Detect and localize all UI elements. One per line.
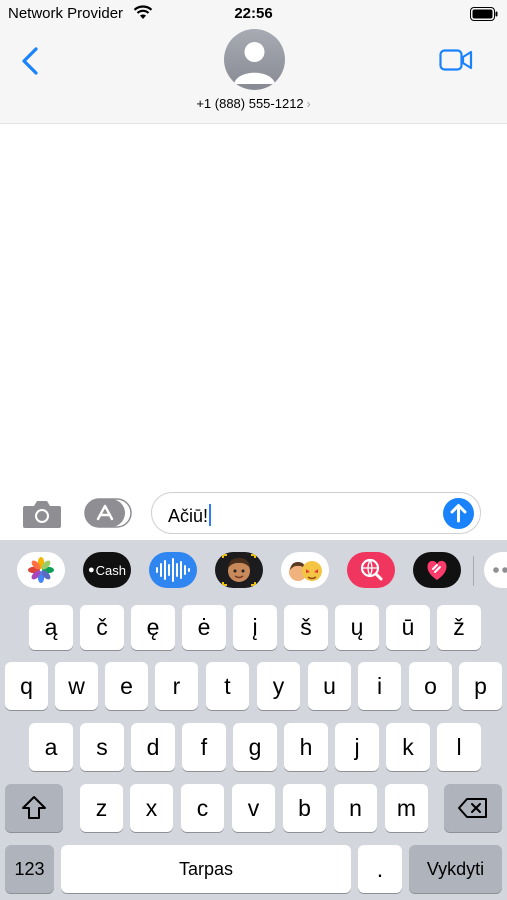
memoji-icon (222, 554, 256, 586)
text-caret (209, 504, 212, 526)
camera-button[interactable] (22, 498, 62, 530)
key-h[interactable]: h (284, 723, 328, 771)
key-q[interactable]: q (5, 662, 48, 710)
app-audio-message[interactable] (149, 552, 197, 588)
key-u-ogonek[interactable]: ų (335, 605, 379, 650)
globe-search-icon (360, 558, 383, 581)
key-b[interactable]: b (283, 784, 326, 832)
keyboard: ● Cash ą č ę ė į š ų ū ž q w e r t y u i… (0, 540, 507, 900)
delete-key[interactable] (444, 784, 502, 832)
contact-avatar[interactable] (224, 29, 285, 90)
key-w[interactable]: w (55, 662, 98, 710)
waveform-icon (156, 558, 190, 582)
period-key[interactable]: . (358, 845, 402, 893)
composer-row: Ačiū! (0, 488, 507, 540)
chevron-right-icon: › (306, 97, 311, 111)
more-icon (493, 567, 507, 573)
app-store-button[interactable] (84, 497, 132, 529)
back-button[interactable] (18, 44, 44, 78)
key-f[interactable]: f (182, 723, 226, 771)
key-v[interactable]: v (232, 784, 275, 832)
contact-name-button[interactable]: +1 (888) 555-1212 › (0, 96, 507, 111)
app-memoji-stickers[interactable] (281, 552, 329, 588)
shift-key[interactable] (5, 784, 63, 832)
key-k[interactable]: k (386, 723, 430, 771)
key-x[interactable]: x (130, 784, 173, 832)
apple-cash-label: Cash (95, 562, 126, 578)
key-c-caron[interactable]: č (80, 605, 124, 650)
person-silhouette-icon (234, 42, 275, 84)
strip-divider (473, 556, 474, 586)
key-n[interactable]: n (334, 784, 377, 832)
key-c[interactable]: c (181, 784, 224, 832)
app-more[interactable] (484, 552, 507, 588)
message-input[interactable]: Ačiū! (151, 492, 481, 534)
app-digital-touch[interactable] (413, 552, 461, 588)
contact-number: +1 (888) 555-1212 (196, 96, 304, 111)
heart-touch-icon (427, 560, 447, 580)
backspace-icon (458, 798, 487, 818)
conversation-header: Network Provider 22:56 +1 (888) 555-1212… (0, 0, 507, 124)
key-l[interactable]: l (437, 723, 481, 771)
key-t[interactable]: t (206, 662, 249, 710)
key-i-ogonek[interactable]: į (233, 605, 277, 650)
key-e-dot[interactable]: ė (182, 605, 226, 650)
clock: 22:56 (234, 5, 273, 22)
key-a-ogonek[interactable]: ą (29, 605, 73, 650)
send-button[interactable] (443, 498, 474, 529)
key-i[interactable]: i (358, 662, 401, 710)
key-m[interactable]: m (385, 784, 428, 832)
return-key[interactable]: Vykdyti (409, 845, 502, 893)
key-s-caron[interactable]: š (284, 605, 328, 650)
key-j[interactable]: j (335, 723, 379, 771)
key-u[interactable]: u (308, 662, 351, 710)
arrow-up-icon (450, 504, 467, 523)
key-r[interactable]: r (155, 662, 198, 710)
key-e[interactable]: e (105, 662, 148, 710)
status-bar: Network Provider 22:56 (0, 0, 507, 28)
space-key[interactable]: Tarpas (61, 845, 351, 893)
photos-icon (28, 557, 54, 583)
key-z[interactable]: z (80, 784, 123, 832)
key-y[interactable]: y (257, 662, 300, 710)
app-photos[interactable] (17, 552, 65, 588)
key-e-ogonek[interactable]: ę (131, 605, 175, 650)
video-call-button[interactable] (439, 48, 473, 72)
key-d[interactable]: d (131, 723, 175, 771)
apple-logo-icon: ● (87, 564, 95, 576)
key-z-caron[interactable]: ž (437, 605, 481, 650)
key-o[interactable]: o (409, 662, 452, 710)
key-p[interactable]: p (459, 662, 502, 710)
key-s[interactable]: s (80, 723, 124, 771)
memoji-stickers-icon (289, 561, 322, 581)
app-web-search[interactable] (347, 552, 395, 588)
message-text: Ačiū! (168, 506, 209, 526)
key-u-macron[interactable]: ū (386, 605, 430, 650)
battery-icon (470, 7, 498, 21)
key-g[interactable]: g (233, 723, 277, 771)
numbers-key[interactable]: 123 (5, 845, 54, 893)
message-list[interactable] (0, 124, 507, 488)
shift-arrow-icon (22, 796, 46, 819)
app-apple-cash[interactable]: ● Cash (83, 552, 131, 588)
app-strip: ● Cash (0, 540, 507, 600)
app-memoji[interactable] (215, 552, 263, 588)
key-a[interactable]: a (29, 723, 73, 771)
